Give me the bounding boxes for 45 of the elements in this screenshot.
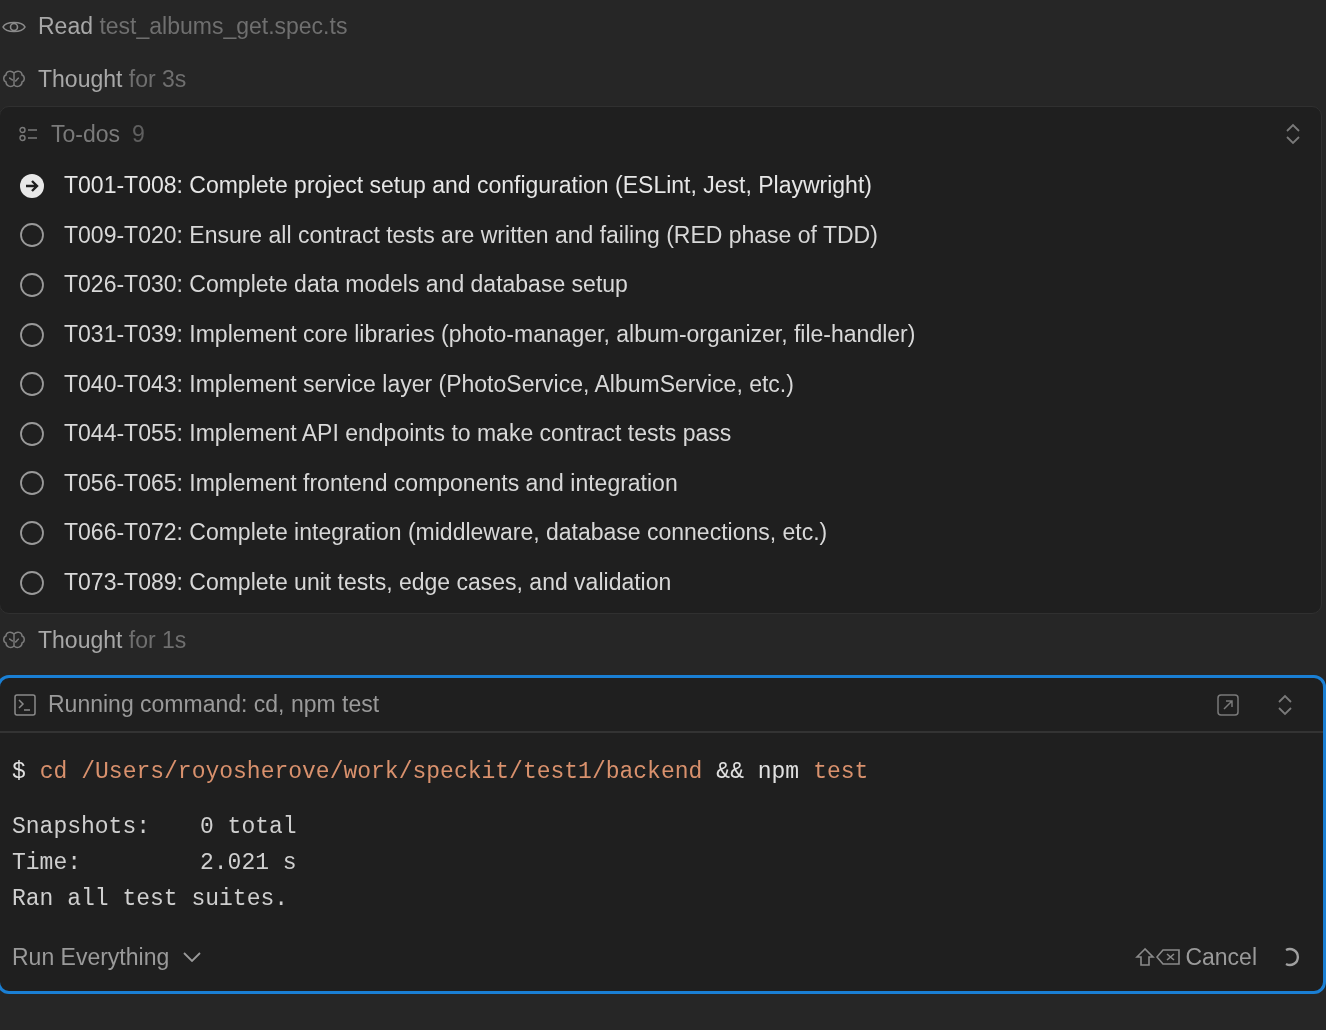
expand-collapse-icon[interactable] xyxy=(1285,123,1301,145)
brain-icon xyxy=(2,69,26,90)
terminal-title: Running command: cd, npm test xyxy=(48,691,380,719)
empty-circle-icon xyxy=(20,322,44,347)
command-token: test xyxy=(813,759,869,786)
empty-circle-icon xyxy=(20,372,44,397)
command-token: $ xyxy=(12,759,26,786)
empty-circle-icon xyxy=(20,471,44,496)
empty-circle-icon xyxy=(20,570,44,595)
empty-circle-icon xyxy=(20,421,44,446)
todo-text: T040-T043: Implement service layer (PhotoService, AlbumService, etc.) xyxy=(64,370,794,398)
shift-backspace-icon xyxy=(1135,947,1182,968)
empty-circle-icon xyxy=(20,223,44,248)
checklist-icon xyxy=(19,126,39,142)
todo-title: To-dos xyxy=(51,120,121,148)
todo-text: T056-T065: Implement frontend components and integration xyxy=(64,469,678,497)
todo-count: 9 xyxy=(132,120,145,148)
todo-text: T026-T030: Complete data models and database setup xyxy=(64,271,628,299)
todo-text: T001-T008: Complete project setup and configuration (ESLint, Jest, Playwright) xyxy=(64,172,872,200)
todo-text: T044-T055: Implement API endpoints to make contract tests pass xyxy=(64,420,732,448)
output-value: 0 total xyxy=(200,813,298,843)
output-label: Time: xyxy=(12,849,82,879)
brain-icon xyxy=(2,630,26,651)
activity-text: Read test_albums_get.spec.ts xyxy=(38,13,348,40)
command-token: cd /Users/royosherove/work/speckit/test1/backend xyxy=(39,759,703,786)
open-external-icon[interactable] xyxy=(1217,693,1239,716)
cancel-button[interactable]: Cancel xyxy=(1135,943,1257,971)
arrow-circle-icon xyxy=(20,173,44,198)
run-mode-dropdown[interactable]: Run Everything xyxy=(12,943,202,971)
activity-text: Thought for 3s xyxy=(38,66,187,93)
caret-icon xyxy=(183,952,202,963)
expand-collapse-icon[interactable] xyxy=(1277,693,1293,716)
todo-text: T031-T039: Implement core libraries (photo-manager, album-organizer, file-handler) xyxy=(64,321,916,349)
todo-text: T009-T020: Ensure all contract tests are written and failing (RED phase of TDD) xyxy=(64,221,878,249)
output-label: Ran all test suites. xyxy=(12,885,290,915)
output-label: Snapshots: xyxy=(12,813,152,843)
activity-text: Thought for 1s xyxy=(38,627,187,655)
spinner-icon xyxy=(1283,947,1301,968)
todo-text: T073-T089: Complete unit tests, edge cases, and validation xyxy=(64,569,672,597)
empty-circle-icon xyxy=(20,520,44,545)
todo-text: T066-T072: Complete integration (middleware, database connections, etc.) xyxy=(64,519,828,547)
empty-circle-icon xyxy=(20,273,44,297)
terminal-icon xyxy=(14,693,36,716)
command-token: && npm xyxy=(716,759,800,786)
output-value: 2.021 s xyxy=(200,849,298,879)
